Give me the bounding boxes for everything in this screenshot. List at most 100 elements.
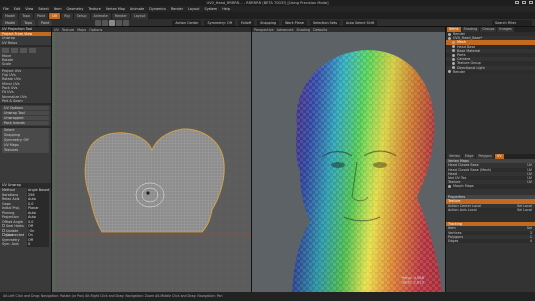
model-mode-button[interactable]: Model xyxy=(2,19,19,26)
rotate-icon[interactable] xyxy=(11,47,18,53)
visibility-eye-icon[interactable] xyxy=(448,32,451,36)
layout-tab-bar: Model Topo Paint UV Rig Setup Animate Re… xyxy=(0,12,535,19)
menu-render[interactable]: Render xyxy=(171,7,183,11)
symmetry-dropdown[interactable]: Symmetry: Off xyxy=(204,19,236,26)
search-filter-input[interactable]: Search Filter xyxy=(492,19,532,26)
tab-topo[interactable]: Topo xyxy=(19,12,33,19)
tab-rig[interactable]: Rig xyxy=(61,12,73,19)
uv-grid-canvas[interactable] xyxy=(52,32,252,292)
select-button[interactable]: Select xyxy=(2,128,49,133)
tab-polygon[interactable]: Polygon xyxy=(476,153,494,159)
head-render[interactable]: Polys: 4,088 Verts: 2,013 xyxy=(252,32,445,292)
menu-edit[interactable]: Edit xyxy=(14,7,21,11)
falloff-dropdown[interactable]: Falloff xyxy=(238,19,255,26)
snapping-dropdown[interactable]: Snapping xyxy=(257,19,279,26)
transform-icon[interactable] xyxy=(29,47,36,53)
menu-item[interactable]: Item xyxy=(54,7,62,11)
topo-mode-button[interactable]: Topo xyxy=(21,19,35,26)
tab-groups[interactable]: Groups xyxy=(480,27,497,32)
auto-select-button[interactable]: Auto Select Shift xyxy=(343,19,378,26)
visibility-eye-icon[interactable] xyxy=(452,66,455,70)
tab-paint[interactable]: Paint xyxy=(33,12,49,19)
menu-dynamics[interactable]: Dynamics xyxy=(149,7,166,11)
menu-file[interactable]: File xyxy=(3,7,9,11)
symmetry-button[interactable]: Symmetry: Off xyxy=(2,138,49,143)
property-row[interactable]: Action Axis Local Sel Local xyxy=(446,207,535,212)
menu-vertex-map[interactable]: Vertex Map xyxy=(106,7,125,11)
tab-images[interactable]: Images xyxy=(497,27,514,32)
connected-checkbox[interactable] xyxy=(2,233,5,237)
prop-sym-axis-value[interactable]: X xyxy=(27,242,49,247)
poly-count-readout: Polys: 4,088 Verts: 2,013 xyxy=(402,276,425,285)
uv-view-label[interactable]: UV xyxy=(54,28,59,32)
update-layout-checkbox[interactable] xyxy=(2,228,5,232)
selection-sets-button[interactable]: Selection Sets xyxy=(309,19,341,26)
menu-geometry[interactable]: Geometry xyxy=(67,7,84,11)
vertex-mode-icon[interactable] xyxy=(95,19,102,26)
menu-system[interactable]: System xyxy=(205,7,218,11)
maximize-icon[interactable] xyxy=(522,1,526,4)
visibility-eye-icon[interactable] xyxy=(448,70,451,74)
visibility-eye-icon[interactable] xyxy=(448,36,451,40)
uv-texture-label[interactable]: Texture xyxy=(62,28,74,32)
menu-texture[interactable]: Texture xyxy=(88,7,100,11)
paint-mode-button[interactable]: Paint xyxy=(37,19,53,26)
tab-render[interactable]: Render xyxy=(111,12,130,19)
visibility-eye-icon[interactable] xyxy=(452,49,455,53)
edge-mode-icon[interactable] xyxy=(102,19,109,26)
menu-select[interactable]: Select xyxy=(38,7,48,11)
tracking-row[interactable]: Edges 4 xyxy=(446,238,535,244)
persp-advanced-label[interactable]: Advanced xyxy=(277,28,294,32)
uv-maps-label[interactable]: Maps xyxy=(77,28,86,32)
tab-layout[interactable]: Layout xyxy=(130,12,149,19)
material-mode-icon[interactable] xyxy=(123,19,130,26)
tab-uv[interactable]: UV xyxy=(494,153,504,159)
item-mode-icon[interactable] xyxy=(116,19,123,26)
work-plane-button[interactable]: Work Plane xyxy=(282,19,307,26)
pack-islands-button[interactable]: Pack Islands xyxy=(2,120,49,126)
visibility-eye-icon[interactable] xyxy=(452,45,455,49)
visibility-eye-icon[interactable] xyxy=(452,40,455,44)
expand-arrow-icon[interactable] xyxy=(448,184,451,188)
persp-shading-label[interactable]: Shading xyxy=(296,28,310,32)
menu-view[interactable]: View xyxy=(25,7,33,11)
close-icon[interactable] xyxy=(529,1,533,4)
divider xyxy=(0,103,51,106)
unwrap-tool-button[interactable]: Unwrap Tool xyxy=(2,110,49,116)
action-center-dropdown[interactable]: Action Center xyxy=(172,19,202,26)
visibility-eye-icon[interactable] xyxy=(452,53,455,57)
persp-view-label[interactable]: Perspective xyxy=(254,28,274,32)
seal-holes-checkbox[interactable] xyxy=(2,224,5,228)
uv-options-label[interactable]: Options xyxy=(89,28,102,32)
uv-unwrapped-head-mesh[interactable] xyxy=(84,128,225,233)
selection-mode-group xyxy=(95,19,130,26)
unwrapped-button[interactable]: Unwrapped xyxy=(2,115,49,121)
property-value[interactable]: Sel Local xyxy=(517,208,532,212)
move-icon[interactable] xyxy=(2,47,9,53)
textures-button[interactable]: Textures xyxy=(2,148,49,153)
connected-text: Connected xyxy=(6,233,25,238)
perspective-viewport[interactable]: Perspective Advanced Shading Defaults Po… xyxy=(252,27,445,292)
tab-setup[interactable]: Setup xyxy=(73,12,90,19)
prop-sym-axis: Sym. Axis X xyxy=(0,242,51,247)
polygon-mode-icon[interactable] xyxy=(109,19,116,26)
snapping-button[interactable]: Snapping xyxy=(2,133,49,138)
tab-animate[interactable]: Animate xyxy=(90,12,111,19)
poly-count-line: Polys: 4,088 xyxy=(402,276,425,280)
scale-icon[interactable] xyxy=(20,47,27,53)
minimize-icon[interactable] xyxy=(515,1,519,4)
uv-viewport[interactable]: UV Texture Maps Options xyxy=(52,27,252,292)
tracking-name: Edges xyxy=(448,238,459,243)
persp-defaults-label[interactable]: Defaults xyxy=(313,28,327,32)
menu-layout[interactable]: Layout xyxy=(188,7,200,11)
window-controls xyxy=(515,1,533,4)
visibility-eye-icon[interactable] xyxy=(452,61,455,65)
visibility-eye-icon[interactable] xyxy=(452,57,455,61)
uv-maps-button[interactable]: UV Maps xyxy=(2,143,49,148)
transform-icon-row xyxy=(0,47,51,54)
menu-animate[interactable]: Animate xyxy=(130,7,144,11)
tab-model[interactable]: Model xyxy=(2,12,19,19)
uv-options-button[interactable]: UV Options xyxy=(2,105,49,111)
menu-help[interactable]: Help xyxy=(222,7,230,11)
tab-uv[interactable]: UV xyxy=(49,12,61,19)
